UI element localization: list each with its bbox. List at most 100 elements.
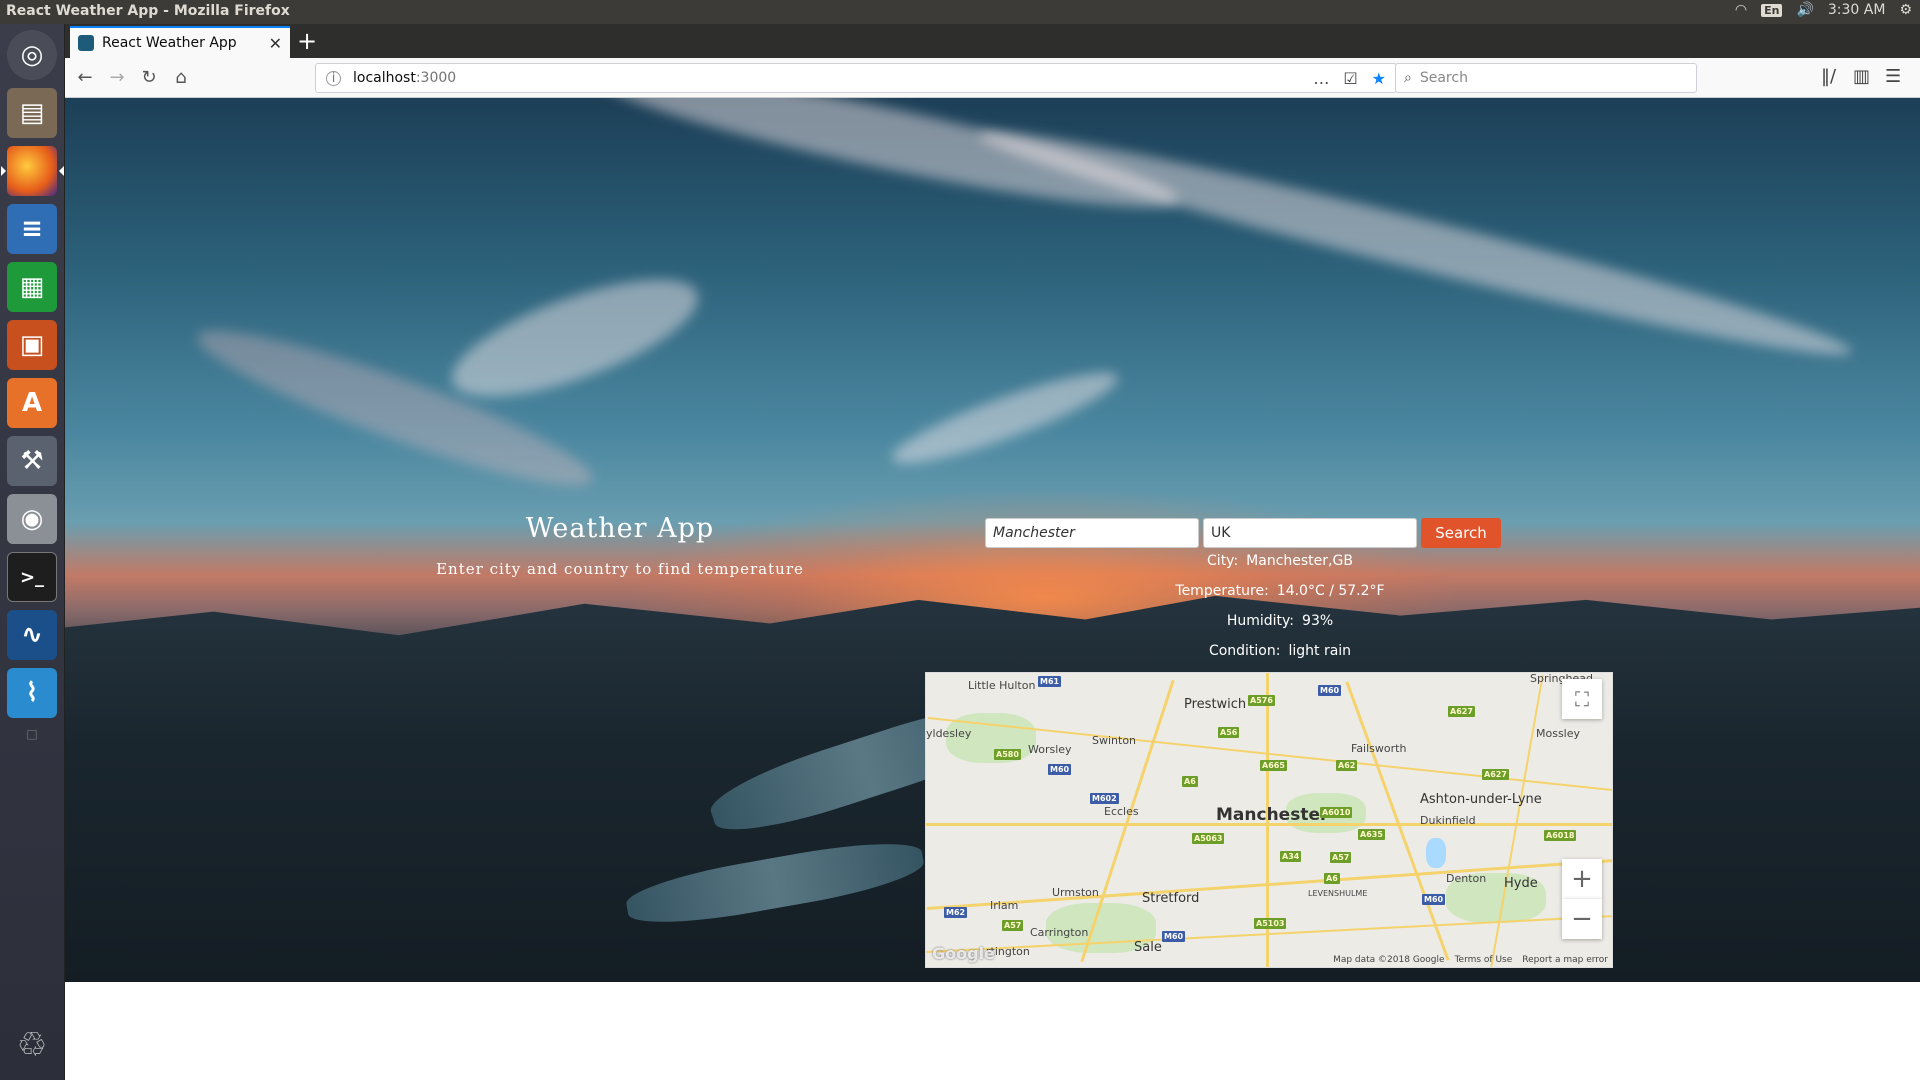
tab-react-weather-app[interactable]: React Weather App ✕ <box>70 26 290 58</box>
map-label: Carrington <box>1030 926 1089 939</box>
system-settings-icon[interactable]: ⚒ <box>7 436 57 486</box>
road-shield: A665 <box>1260 760 1287 771</box>
trash-icon[interactable]: ♲ <box>7 1020 57 1070</box>
country-input[interactable]: UK <box>1203 518 1417 548</box>
removable-drive-icon[interactable]: □ <box>7 724 57 744</box>
reservoir <box>1426 838 1446 868</box>
result-condition: Condition: light rain <box>1065 643 1495 659</box>
result-value: light rain <box>1288 643 1352 659</box>
libreoffice-calc-icon[interactable]: ▦ <box>7 262 57 312</box>
road-shield: A627 <box>1482 769 1509 780</box>
top-panel: React Weather App - Mozilla Firefox ◠ En… <box>0 0 1920 24</box>
system-monitor-icon[interactable]: ⌇ <box>7 668 57 718</box>
map-label: Prestwich <box>1184 697 1247 712</box>
road-shield: A6018 <box>1544 830 1577 841</box>
files-icon[interactable]: ▤ <box>7 88 57 138</box>
menu-icon[interactable]: ☰ <box>1885 66 1901 87</box>
url-host: localhost <box>353 70 416 86</box>
sidebar-icon[interactable]: ▥ <box>1853 66 1870 87</box>
cloud-decor <box>439 255 711 421</box>
dash-home-icon[interactable]: ◎ <box>7 30 57 80</box>
navigation-toolbar: ← → ↻ ⌂ i localhost:3000 … ☑ ★ ⌕ Search … <box>65 58 1920 98</box>
url-bar[interactable]: i localhost:3000 … ☑ ★ <box>315 63 1397 93</box>
forward-icon[interactable]: → <box>105 66 129 90</box>
road-shield: A57 <box>1002 920 1024 931</box>
home-icon[interactable]: ⌂ <box>169 66 193 90</box>
terms-of-use-link[interactable]: Terms of Use <box>1455 955 1513 965</box>
reload-icon[interactable]: ↻ <box>137 66 161 90</box>
pocket-icon[interactable]: ☑ <box>1343 69 1357 88</box>
fullscreen-icon[interactable]: ⛶ <box>1562 679 1602 719</box>
volume-icon[interactable]: 🔊 <box>1796 2 1813 18</box>
firefox-icon[interactable] <box>1 146 64 196</box>
back-icon[interactable]: ← <box>73 66 97 90</box>
new-tab-icon[interactable]: + <box>297 28 317 54</box>
page-actions-icon[interactable]: … <box>1313 69 1329 88</box>
oscilloscope-app-icon[interactable]: ∿ <box>7 610 57 660</box>
map-label-manchester: Manchester <box>1216 805 1329 825</box>
close-tab-icon[interactable]: ✕ <box>269 34 282 53</box>
result-label: Temperature: <box>1175 583 1269 599</box>
road-shield: M60 <box>1318 685 1342 696</box>
terminal-icon[interactable]: >_ <box>7 552 57 602</box>
map-label: Sale <box>1134 940 1162 955</box>
map-label: yldesley <box>926 727 972 740</box>
report-map-error-link[interactable]: Report a map error <box>1522 955 1608 965</box>
clock[interactable]: 3:30 AM <box>1828 2 1886 18</box>
cloud-decor <box>972 109 1858 377</box>
road-shield: A62 <box>1336 760 1358 771</box>
result-label: Humidity: <box>1226 613 1295 629</box>
road <box>1490 675 1544 967</box>
settings-gear-icon[interactable]: ⚙ <box>1899 2 1912 18</box>
map-label: Failsworth <box>1351 742 1407 755</box>
browser-search-bar[interactable]: ⌕ Search <box>1395 63 1697 93</box>
google-map[interactable]: Little Hulton Prestwich Springhead yldes… <box>925 672 1613 968</box>
result-humidity: Humidity: 93% <box>1065 613 1495 629</box>
bookmark-star-icon[interactable]: ★ <box>1372 69 1386 88</box>
url-port: :3000 <box>415 70 457 86</box>
road-shield: A5063 <box>1192 833 1225 844</box>
keyboard-layout-indicator[interactable]: En <box>1761 3 1783 17</box>
result-value: Manchester,GB <box>1246 553 1353 569</box>
road-shield: M602 <box>1090 793 1119 804</box>
google-logo: Google <box>932 944 995 963</box>
zoom-out-button[interactable]: − <box>1562 899 1602 939</box>
road-shield: A580 <box>994 749 1021 760</box>
camera-icon[interactable]: ◉ <box>7 494 57 544</box>
road-shield: M60 <box>1422 894 1446 905</box>
map-label: Worsley <box>1028 743 1072 756</box>
road-shield: M62 <box>944 907 968 918</box>
city-input[interactable]: Manchester <box>985 518 1199 548</box>
zoom-in-button[interactable]: + <box>1562 859 1602 899</box>
site-info-icon[interactable]: i <box>326 70 341 86</box>
road-shield: A5103 <box>1254 918 1287 929</box>
road-shield: A56 <box>1218 727 1240 738</box>
library-icon[interactable]: ‖∕ <box>1821 66 1836 87</box>
search-placeholder: Search <box>1419 70 1468 86</box>
search-icon: ⌕ <box>1404 70 1412 86</box>
result-city: City: Manchester,GB <box>1065 553 1495 569</box>
cloud-decor <box>885 358 1125 478</box>
result-label: City: <box>1207 553 1239 569</box>
libreoffice-writer-icon[interactable]: ≡ <box>7 204 57 254</box>
road-shield: M60 <box>1048 764 1072 775</box>
map-label: Eccles <box>1104 805 1139 818</box>
road-shield: M60 <box>1162 931 1186 942</box>
software-center-icon[interactable]: A <box>7 378 57 428</box>
tab-title: React Weather App <box>102 35 237 51</box>
window-title: React Weather App - Mozilla Firefox <box>6 3 290 19</box>
search-button[interactable]: Search <box>1421 518 1501 548</box>
web-page: Weather App Enter city and country to fi… <box>65 98 1920 982</box>
url-actions: … ☑ ★ <box>1313 69 1386 88</box>
libreoffice-impress-icon[interactable]: ▣ <box>7 320 57 370</box>
road-shield: A34 <box>1280 851 1302 862</box>
map-label: Denton <box>1446 872 1487 885</box>
road-shield: A6 <box>1182 776 1198 787</box>
launcher: ◎ ▤ ≡ ▦ ▣ A ⚒ ◉ >_ ∿ ⌇ □ ♲ <box>0 24 65 1080</box>
map-label: LEVENSHULME <box>1308 889 1368 898</box>
road-shield: A576 <box>1248 695 1275 706</box>
road-shield: A6010 <box>1320 807 1353 818</box>
wifi-icon[interactable]: ◠ <box>1735 2 1747 18</box>
map-label: Stretford <box>1142 891 1200 906</box>
map-label: Little Hulton <box>968 679 1036 692</box>
